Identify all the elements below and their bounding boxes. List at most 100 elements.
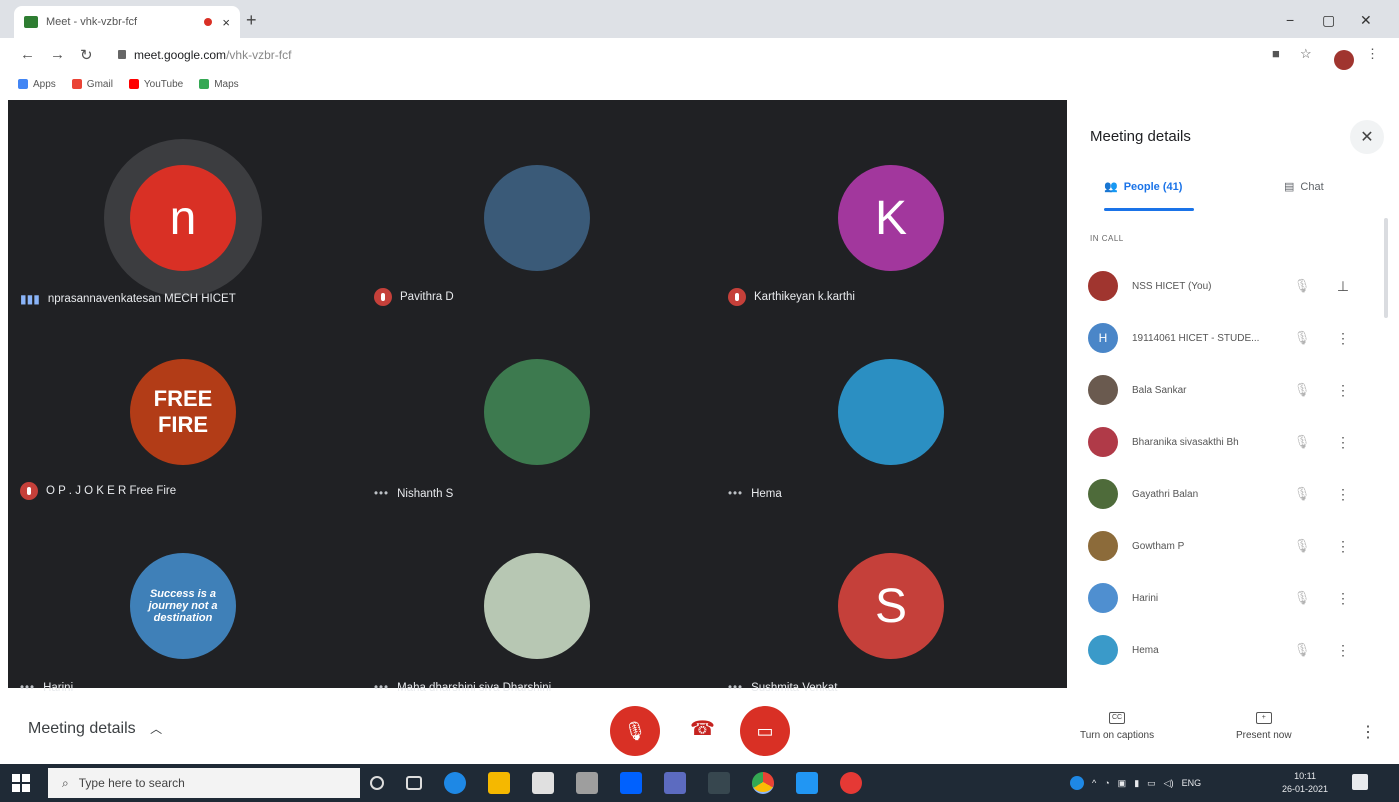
new-tab-button[interactable]: + [246, 10, 257, 31]
language-indicator[interactable]: ENG [1182, 778, 1202, 788]
mic-off-icon[interactable]: 🎙 [1292, 278, 1312, 294]
participant-tile[interactable]: n ▮▮▮ nprasannavenkatesan MECH HICET [8, 120, 358, 314]
camera-indicator-icon[interactable]: ■ [1272, 46, 1280, 61]
participant-list-item[interactable]: H 19114061 HICET - STUDE... 🎙 ⋮ [1088, 312, 1378, 364]
bookmark-label: Maps [214, 78, 239, 90]
notifications-icon[interactable] [1352, 774, 1368, 790]
participant-avatar: Success is a journey not a destination [130, 553, 236, 659]
pin-icon[interactable]: ⊥ [1336, 278, 1350, 295]
more-options-icon[interactable]: ⋮ [1336, 382, 1350, 399]
more-options-icon[interactable]: ⋮ [1360, 722, 1376, 742]
participant-tile[interactable]: Success is a journey not a destination ••… [8, 508, 358, 702]
address-input[interactable]: meet.google.com/vhk-vzbr-fcf [118, 48, 291, 62]
window-close-icon[interactable]: ✕ [1360, 12, 1372, 29]
participant-list-name: Harini [1132, 592, 1159, 604]
more-options-icon[interactable]: ⋮ [1336, 642, 1350, 659]
wifi-icon[interactable]: ◔ [1104, 778, 1109, 788]
more-options-icon[interactable]: ⋮ [1336, 538, 1350, 555]
meeting-details-toggle[interactable]: Meeting details ︿ [28, 720, 162, 738]
participant-list-item[interactable]: Bala Sankar 🎙 ⋮ [1088, 364, 1378, 416]
tray-chevron-icon[interactable]: ^ [1092, 778, 1096, 788]
participant-list-item[interactable]: Gowtham P 🎙 ⋮ [1088, 520, 1378, 572]
participant-tile[interactable]: K Karthikeyan k.karthi [716, 120, 1066, 314]
maps-icon [199, 79, 210, 89]
bookmark-maps[interactable]: Maps [199, 78, 239, 90]
participant-list-name: Bharanika sivasakthi Bh [1132, 436, 1239, 448]
browser-menu-icon[interactable]: ⋮ [1366, 46, 1379, 62]
mic-tray-icon[interactable]: ▮ [1134, 778, 1139, 789]
mic-off-icon[interactable]: 🎙 [1292, 434, 1312, 450]
apps-grid-icon [18, 79, 28, 89]
tab-close-icon[interactable]: × [222, 15, 230, 30]
store-icon[interactable] [532, 772, 554, 794]
more-dots-icon: ••• [728, 682, 744, 694]
more-options-icon[interactable]: ⋮ [1336, 486, 1350, 503]
participant-list-item[interactable]: Harini 🎙 ⋮ [1088, 572, 1378, 624]
file-explorer-icon[interactable] [488, 772, 510, 794]
bookmark-youtube[interactable]: YouTube [128, 79, 183, 90]
minimize-icon[interactable]: − [1286, 12, 1294, 28]
more-options-icon[interactable]: ⋮ [1336, 590, 1350, 607]
camera-off-icon: ▭ [756, 720, 774, 741]
edge-icon[interactable] [444, 772, 466, 794]
maximize-icon[interactable]: ▢ [1322, 12, 1335, 29]
volume-icon[interactable]: ◁) [1164, 778, 1174, 789]
more-options-icon[interactable]: ⋮ [1336, 330, 1350, 347]
participant-avatar: n [130, 165, 236, 271]
lightning-app-icon[interactable] [708, 772, 730, 794]
mic-off-icon[interactable]: 🎙 [1292, 330, 1312, 346]
photos-icon[interactable] [796, 772, 818, 794]
app-icon[interactable] [664, 772, 686, 794]
taskbar-clock[interactable]: 10:11 26-01-2021 [1282, 770, 1328, 796]
participant-tile[interactable]: ••• Nishanth S [362, 314, 712, 508]
mic-off-icon[interactable]: 🎙 [1292, 382, 1312, 398]
browser-tab-meet[interactable]: Meet - vhk-vzbr-fcf × [14, 6, 240, 38]
participant-tile[interactable]: ••• Hema [716, 314, 1066, 508]
participant-tile[interactable]: FREE FIRE O P . J O K E R Free Fire [8, 314, 358, 508]
mic-off-icon[interactable]: 🎙 [1292, 590, 1312, 606]
screen-recorder-icon[interactable] [840, 772, 862, 794]
battery-icon[interactable]: ▭ [1147, 778, 1156, 789]
mail-icon[interactable] [576, 772, 598, 794]
panel-close-button[interactable]: ✕ [1350, 120, 1384, 154]
camera-toggle-button[interactable]: ▭ [740, 706, 790, 756]
participant-avatar [484, 553, 590, 659]
tray-app-icon[interactable] [1070, 776, 1084, 790]
bookmark-star-icon[interactable]: ☆ [1300, 46, 1312, 62]
participant-list-item[interactable]: NSS HICET (You) 🎙 ⊥ [1088, 260, 1378, 312]
url-host: meet.google.com [134, 48, 227, 62]
back-icon[interactable]: ← [20, 46, 35, 63]
participant-tile[interactable]: ••• Maha dharshini siva Dharshini [362, 508, 712, 702]
tab-people[interactable]: 👥 People (41) [1104, 180, 1182, 194]
network-icon[interactable]: ▣ [1118, 778, 1127, 789]
mic-off-icon[interactable]: 🎙 [1292, 642, 1312, 658]
more-options-icon[interactable]: ⋮ [1336, 434, 1350, 451]
dropbox-icon[interactable] [620, 772, 642, 794]
windows-start-icon[interactable] [12, 774, 30, 792]
microphone-toggle-button[interactable]: 🎙 [610, 706, 660, 756]
bookmark-label: Gmail [86, 78, 113, 90]
forward-icon[interactable]: → [50, 46, 65, 63]
participant-tile[interactable]: Pavithra D [362, 120, 712, 314]
participant-tile[interactable]: S ••• Sushmita Venkat [716, 508, 1066, 702]
task-view-icon[interactable] [406, 776, 422, 790]
chrome-icon[interactable] [752, 772, 774, 794]
taskbar-search-input[interactable]: ⌕ Type here to search [48, 768, 360, 798]
mic-off-icon[interactable]: 🎙 [1292, 486, 1312, 502]
captions-button[interactable]: CC Turn on captions [1080, 712, 1154, 741]
leave-call-button[interactable]: ☎ [690, 716, 715, 741]
present-now-button[interactable]: + Present now [1236, 712, 1292, 741]
meet-favicon-icon [24, 16, 38, 28]
participant-list-item[interactable]: Gayathri Balan 🎙 ⋮ [1088, 468, 1378, 520]
participant-list-item[interactable]: Hema 🎙 ⋮ [1088, 624, 1378, 676]
participant-list-item[interactable]: Bharanika sivasakthi Bh 🎙 ⋮ [1088, 416, 1378, 468]
participant-scrollbar[interactable] [1384, 218, 1388, 318]
tab-chat[interactable]: ▤ Chat [1284, 180, 1324, 194]
reload-icon[interactable]: ↻ [80, 46, 93, 64]
bookmark-apps[interactable]: Apps [18, 79, 56, 90]
bookmark-gmail[interactable]: Gmail [71, 78, 113, 90]
meeting-controls-bar: Meeting details ︿ 🎙 ☎ ▭ CC Turn on capti… [0, 700, 1399, 762]
cortana-icon[interactable] [370, 776, 384, 790]
profile-avatar[interactable] [1334, 50, 1354, 70]
mic-off-icon[interactable]: 🎙 [1292, 538, 1312, 554]
